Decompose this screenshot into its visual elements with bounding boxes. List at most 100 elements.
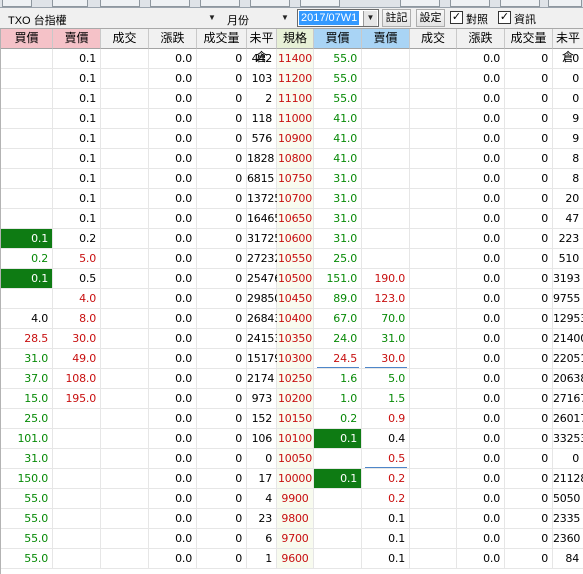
cell-put-change[interactable]: 0.0 [457,229,505,249]
table-row[interactable]: 28.530.00.00241531035024.031.00.0021400 [1,329,583,349]
cell-put-open-interest[interactable]: 9 [553,109,583,129]
cell-call-bid[interactable]: 4.0 [1,309,53,329]
cell-put-ask[interactable] [362,229,410,249]
info-checkbox[interactable]: ✓ [498,11,511,24]
cell-put-bid[interactable]: 67.0 [314,309,362,329]
cell-put-last[interactable] [410,69,457,89]
cell-put-open-interest[interactable]: 0 [553,49,583,69]
cell-put-last[interactable] [410,349,457,369]
cell-call-ask[interactable]: 0.1 [53,189,101,209]
cell-call-ask[interactable]: 0.1 [53,69,101,89]
cell-call-last[interactable] [101,209,149,229]
cell-call-ask[interactable] [53,449,101,469]
cell-put-bid[interactable]: 55.0 [314,89,362,109]
cell-call-open-interest[interactable]: 17 [247,469,277,489]
cell-call-open-interest[interactable]: 576 [247,129,277,149]
cell-put-last[interactable] [410,229,457,249]
cell-put-volume[interactable]: 0 [505,49,553,69]
cell-call-change[interactable]: 0.0 [149,429,197,449]
cell-strike[interactable]: 10400 [277,309,314,329]
cell-call-volume[interactable]: 0 [197,289,247,309]
cell-put-ask[interactable] [362,109,410,129]
cell-put-bid[interactable]: 0.1 [314,429,362,449]
cell-call-last[interactable] [101,549,149,569]
cell-call-bid[interactable]: 25.0 [1,409,53,429]
table-row[interactable]: 0.1 0.0 0 2 11100 55.0 0.0 0 0 [1,89,583,109]
cell-call-bid[interactable]: 28.5 [1,329,53,349]
cell-put-ask[interactable]: 5.0 [362,369,410,389]
cell-call-open-interest[interactable]: 24153 [247,329,281,349]
cell-call-ask[interactable]: 4.0 [53,289,101,309]
cell-call-volume[interactable]: 0 [197,329,247,349]
cell-put-open-interest[interactable]: 22051 [553,349,583,369]
cell-put-bid[interactable] [314,529,362,549]
cell-put-change[interactable]: 0.0 [457,389,505,409]
cell-call-volume[interactable]: 0 [197,369,247,389]
chevron-down-icon[interactable]: ▼ [205,11,219,25]
cell-call-open-interest[interactable]: 25476 [247,269,281,289]
cell-put-ask[interactable]: 123.0 [362,289,410,309]
cell-put-last[interactable] [410,429,457,449]
cell-put-bid[interactable] [314,509,362,529]
cell-call-bid[interactable]: 15.0 [1,389,53,409]
cell-call-ask[interactable]: 0.1 [53,89,101,109]
cell-strike[interactable]: 11000 [277,109,314,129]
cell-call-change[interactable]: 0.0 [149,169,197,189]
cell-call-volume[interactable]: 0 [197,129,247,149]
cell-call-ask[interactable]: 49.0 [53,349,101,369]
cell-put-bid[interactable]: 41.0 [314,149,362,169]
cell-put-open-interest[interactable]: 27167 [553,389,583,409]
table-row[interactable]: 31.0 0.0 0 0 10050 0.5 0.0 0 0 [1,449,583,469]
cell-put-ask[interactable]: 0.1 [362,529,410,549]
cell-put-volume[interactable]: 0 [505,229,553,249]
cell-call-open-interest[interactable]: 27232 [247,249,281,269]
cell-put-change[interactable]: 0.0 [457,269,505,289]
cell-put-change[interactable]: 0.0 [457,209,505,229]
cell-call-last[interactable] [101,409,149,429]
cell-put-volume[interactable]: 0 [505,489,553,509]
window-tab[interactable] [500,0,540,7]
cell-put-volume[interactable]: 0 [505,429,553,449]
window-tab[interactable] [2,0,32,7]
cell-put-open-interest[interactable]: 33253 [553,429,583,449]
cell-put-change[interactable]: 0.0 [457,129,505,149]
cell-put-change[interactable]: 0.0 [457,189,505,209]
cell-put-ask[interactable] [362,89,410,109]
cell-put-open-interest[interactable]: 20 [553,189,583,209]
table-row[interactable]: 0.1 0.0 0 576 10900 41.0 0.0 0 9 [1,129,583,149]
cell-call-bid[interactable]: 55.0 [1,549,53,569]
cell-put-bid[interactable]: 31.0 [314,169,362,189]
cell-put-open-interest[interactable]: 21128 [553,469,583,489]
window-tab[interactable] [100,0,140,7]
cell-strike[interactable]: 10000 [277,469,314,489]
cell-strike[interactable]: 10650 [277,209,314,229]
table-row[interactable]: 4.08.00.00268431040067.070.00.0012953 [1,309,583,329]
cell-call-volume[interactable]: 0 [197,89,247,109]
cell-put-open-interest[interactable]: 84 [553,549,583,569]
window-tab[interactable] [250,0,290,7]
cell-call-open-interest[interactable]: 1 [247,549,277,569]
column-header-call-volume[interactable]: 成交量 [197,29,247,49]
cell-put-open-interest[interactable]: 510 [553,249,583,269]
cell-call-change[interactable]: 0.0 [149,489,197,509]
expiry-date-select[interactable]: 2017/07W1 ▼ [297,9,379,27]
cell-put-open-interest[interactable]: 26017 [553,409,583,429]
cell-put-change[interactable]: 0.0 [457,449,505,469]
cell-call-volume[interactable]: 0 [197,549,247,569]
cell-put-open-interest[interactable]: 47 [553,209,583,229]
cell-strike[interactable]: 10600 [277,229,314,249]
cell-put-ask[interactable] [362,249,410,269]
column-header-put-volume[interactable]: 成交量 [505,29,553,49]
cell-call-volume[interactable]: 0 [197,529,247,549]
cell-strike[interactable]: 10800 [277,149,314,169]
cell-put-bid[interactable]: 1.6 [314,369,362,389]
cell-call-ask[interactable] [53,469,101,489]
cell-put-open-interest[interactable]: 2335 [553,509,583,529]
cell-call-change[interactable]: 0.0 [149,109,197,129]
cell-call-bid[interactable] [1,189,53,209]
cell-call-open-interest[interactable]: 6815 [247,169,277,189]
cell-put-ask[interactable]: 31.0 [362,329,410,349]
cell-call-last[interactable] [101,289,149,309]
cell-call-last[interactable] [101,109,149,129]
table-row[interactable]: 0.1 0.2 0.0 0 31725 10600 31.0 0.0 0 223 [1,229,583,249]
